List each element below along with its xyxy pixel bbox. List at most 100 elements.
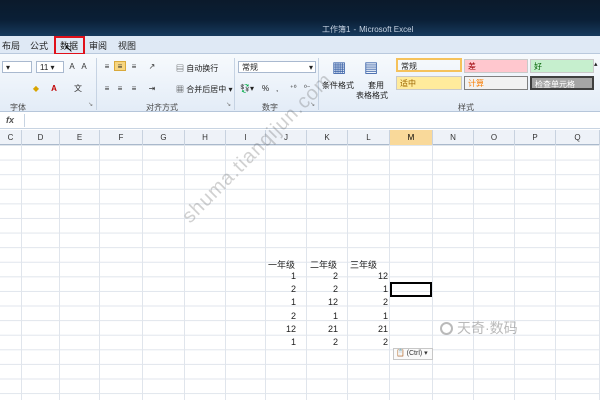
table-cell[interactable]: 21: [300, 322, 338, 336]
selected-cell[interactable]: [390, 282, 432, 297]
format-table-icon[interactable]: ▤: [364, 58, 378, 76]
table-cell[interactable]: 2: [258, 309, 296, 323]
merge-center-button[interactable]: ▦ 合并后居中 ▾: [176, 84, 232, 95]
align-right-icon[interactable]: ≡: [128, 84, 140, 94]
column-header-p[interactable]: P: [515, 130, 556, 145]
grid-vline: [59, 145, 60, 400]
font-size-value: 11: [40, 63, 49, 72]
column-header-k[interactable]: K: [307, 130, 348, 145]
grid-vline: [514, 145, 515, 400]
align-middle-icon[interactable]: ≡: [114, 61, 126, 71]
column-headers: CDEFGHIJKLMNOPQ: [0, 130, 600, 145]
style-neutral[interactable]: 适中: [396, 76, 462, 90]
watermark-logo-text: 天奇·数码: [457, 320, 518, 336]
ribbon-tabs: 布局 公式 数据 审阅 视图: [0, 36, 600, 54]
wrap-text-label: 自动换行: [186, 64, 219, 73]
comma-button[interactable]: ,: [276, 84, 278, 93]
conditional-format-icon[interactable]: ▦: [332, 58, 346, 76]
increase-decimal-icon[interactable]: ⁺⁰: [290, 84, 297, 92]
align-center-icon[interactable]: ≡: [114, 84, 126, 94]
table-cell[interactable]: 1: [350, 309, 388, 323]
table-cell[interactable]: 12: [258, 322, 296, 336]
column-header-g[interactable]: G: [143, 130, 185, 145]
align-left-icon[interactable]: ≡: [101, 84, 113, 94]
orientation-icon[interactable]: ↗: [146, 62, 158, 72]
table-cell[interactable]: 2: [300, 269, 338, 283]
style-bad[interactable]: 差: [464, 59, 528, 73]
table-cell[interactable]: 2: [300, 335, 338, 349]
decrease-font-icon[interactable]: A: [78, 62, 90, 72]
alignment-group-label: 对齐方式: [146, 103, 178, 112]
paste-options-button[interactable]: 📋 (Ctrl) ▾: [393, 348, 433, 360]
table-cell[interactable]: 2: [350, 335, 388, 349]
table-cell[interactable]: 2: [300, 282, 338, 296]
increase-font-icon[interactable]: A: [66, 62, 78, 72]
font-color-icon[interactable]: A: [48, 84, 60, 94]
font-dialog-launcher-icon[interactable]: ↘: [88, 101, 93, 108]
column-header-n[interactable]: N: [433, 130, 474, 145]
grid-vline: [389, 145, 390, 400]
column-header-h[interactable]: H: [185, 130, 226, 145]
column-header-o[interactable]: O: [474, 130, 515, 145]
wrap-text-button[interactable]: ▤ 自动换行: [176, 63, 218, 74]
table-cell[interactable]: 2: [258, 282, 296, 296]
title-bar: 工作簿1- Microsoft Excel: [0, 0, 600, 36]
font-size-box[interactable]: 11 ▾: [36, 61, 64, 73]
fill-color-icon[interactable]: ◆: [30, 84, 42, 94]
align-top-icon[interactable]: ≡: [101, 62, 113, 72]
alignment-dialog-launcher-icon[interactable]: ↘: [226, 101, 231, 108]
indent-icon[interactable]: ⇥: [146, 84, 158, 94]
styles-scroll-icon[interactable]: ▴: [594, 60, 598, 68]
style-good[interactable]: 好: [530, 59, 594, 73]
currency-icon[interactable]: 💱▾: [240, 84, 254, 93]
table-cell[interactable]: 2: [350, 295, 388, 309]
style-normal-label: 常规: [401, 62, 417, 71]
grid-vline: [21, 145, 22, 400]
phonetic-icon[interactable]: 文: [72, 84, 84, 94]
grid-vline: [142, 145, 143, 400]
grid-vline: [473, 145, 474, 400]
style-normal[interactable]: 常规: [396, 58, 462, 72]
table-cell[interactable]: 1: [258, 269, 296, 283]
style-calculation[interactable]: 计算: [464, 76, 528, 90]
format-table-label: 表格格式: [356, 91, 388, 100]
table-cell[interactable]: 12: [350, 269, 388, 283]
column-header-d[interactable]: D: [22, 130, 60, 145]
ribbon-divider: [234, 58, 235, 110]
ribbon-divider: [96, 58, 97, 110]
column-header-e[interactable]: E: [60, 130, 100, 145]
column-header-l[interactable]: L: [348, 130, 390, 145]
table-cell[interactable]: 1: [300, 309, 338, 323]
window-title: 工作簿1- Microsoft Excel: [322, 25, 414, 34]
number-format-value: 常规: [242, 63, 258, 72]
tab-review[interactable]: 审阅: [89, 39, 107, 52]
table-cell[interactable]: 12: [300, 295, 338, 309]
grid-vline: [347, 145, 348, 400]
column-header-q[interactable]: Q: [556, 130, 600, 145]
style-neutral-label: 适中: [400, 79, 416, 88]
table-cell[interactable]: 1: [350, 282, 388, 296]
font-name-box[interactable]: ▾: [2, 61, 32, 73]
document-title: 工作簿1: [322, 25, 351, 34]
number-format-box[interactable]: 常规 ▾: [238, 61, 316, 73]
column-header-c[interactable]: C: [0, 130, 22, 145]
fx-icon[interactable]: fx: [6, 115, 14, 125]
style-check-cell[interactable]: 检查单元格: [530, 76, 594, 90]
font-group-label: 字体: [10, 103, 26, 112]
tab-view[interactable]: 视图: [118, 39, 136, 52]
paste-options-label: (Ctrl): [406, 350, 423, 357]
percent-button[interactable]: %: [262, 84, 269, 93]
table-cell[interactable]: 1: [258, 295, 296, 309]
watermark-logo: 天奇·数码: [440, 318, 518, 338]
formula-input[interactable]: [24, 114, 600, 127]
tab-layout[interactable]: 布局: [2, 39, 20, 52]
align-bottom-icon[interactable]: ≡: [128, 62, 140, 72]
style-bad-label: 差: [468, 62, 476, 71]
table-cell[interactable]: 21: [350, 322, 388, 336]
style-calculation-label: 计算: [468, 79, 484, 88]
column-header-f[interactable]: F: [100, 130, 143, 145]
table-cell[interactable]: 1: [258, 335, 296, 349]
logo-icon: [440, 322, 453, 335]
column-header-m[interactable]: M: [390, 130, 433, 145]
tab-formulas[interactable]: 公式: [30, 39, 48, 52]
